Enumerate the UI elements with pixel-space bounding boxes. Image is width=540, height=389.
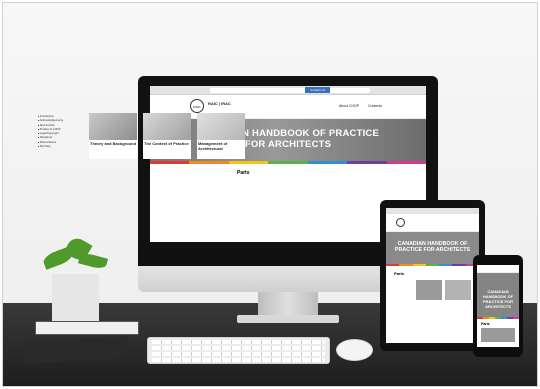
address-bar[interactable] — [210, 88, 370, 93]
toc-item[interactable]: Site Map — [38, 145, 63, 149]
parts-cards: Theory and Background The Context of Pra… — [89, 113, 245, 159]
tablet-website-screen: CANADIAN HANDBOOK OF PRACTICE FOR ARCHIT… — [386, 208, 479, 343]
part-card-image — [89, 113, 137, 140]
part-card[interactable]: The Context of Practice — [143, 113, 191, 159]
main-nav: About CHOP Contents — [331, 104, 382, 108]
phone-hero: CANADIAN HANDBOOK OF PRACTICE FOR ARCHIT… — [477, 273, 519, 317]
book-top — [35, 321, 139, 335]
color-stripe-bar — [150, 161, 426, 164]
mockup-frame: Contact Us RAIC RAIC | IRAC About CHOP C… — [2, 2, 538, 387]
phone-website-screen: CANADIAN HANDBOOK OF PRACTICE FOR ARCHIT… — [477, 265, 519, 347]
browser-toolbar — [150, 86, 426, 95]
plant-pot — [52, 274, 99, 325]
part-card-label: The Context of Practice — [144, 141, 189, 146]
toc-list: IntroductionAcknowledgementsSponsorshipP… — [38, 115, 63, 149]
imac-stand-foot — [237, 315, 339, 323]
contact-us-button[interactable]: Contact Us — [305, 87, 330, 93]
mouse — [336, 339, 373, 361]
part-card-label: Management of Architectural — [198, 141, 228, 151]
parts-heading: Parts — [237, 170, 250, 176]
logo-subtitle — [208, 106, 256, 111]
phone-parts-heading: Parts — [481, 322, 490, 326]
part-card[interactable]: Theory and Background — [89, 113, 137, 159]
tablet-hero: CANADIAN HANDBOOK OF PRACTICE FOR ARCHIT… — [386, 232, 479, 264]
toc-item[interactable]: Acknowledgements — [38, 119, 63, 123]
part-card-label: Theory and Background — [90, 141, 137, 146]
part-card-image — [143, 113, 191, 140]
keyboard — [147, 337, 330, 364]
part-card-image — [197, 113, 245, 140]
nav-about-chop[interactable]: About CHOP — [339, 104, 359, 108]
part-card[interactable]: Management of Architectural — [197, 113, 245, 159]
nav-contents[interactable]: Contents — [368, 104, 382, 108]
tablet-parts-heading: Parts — [394, 271, 405, 276]
raic-logo-icon[interactable]: RAIC — [190, 99, 204, 113]
